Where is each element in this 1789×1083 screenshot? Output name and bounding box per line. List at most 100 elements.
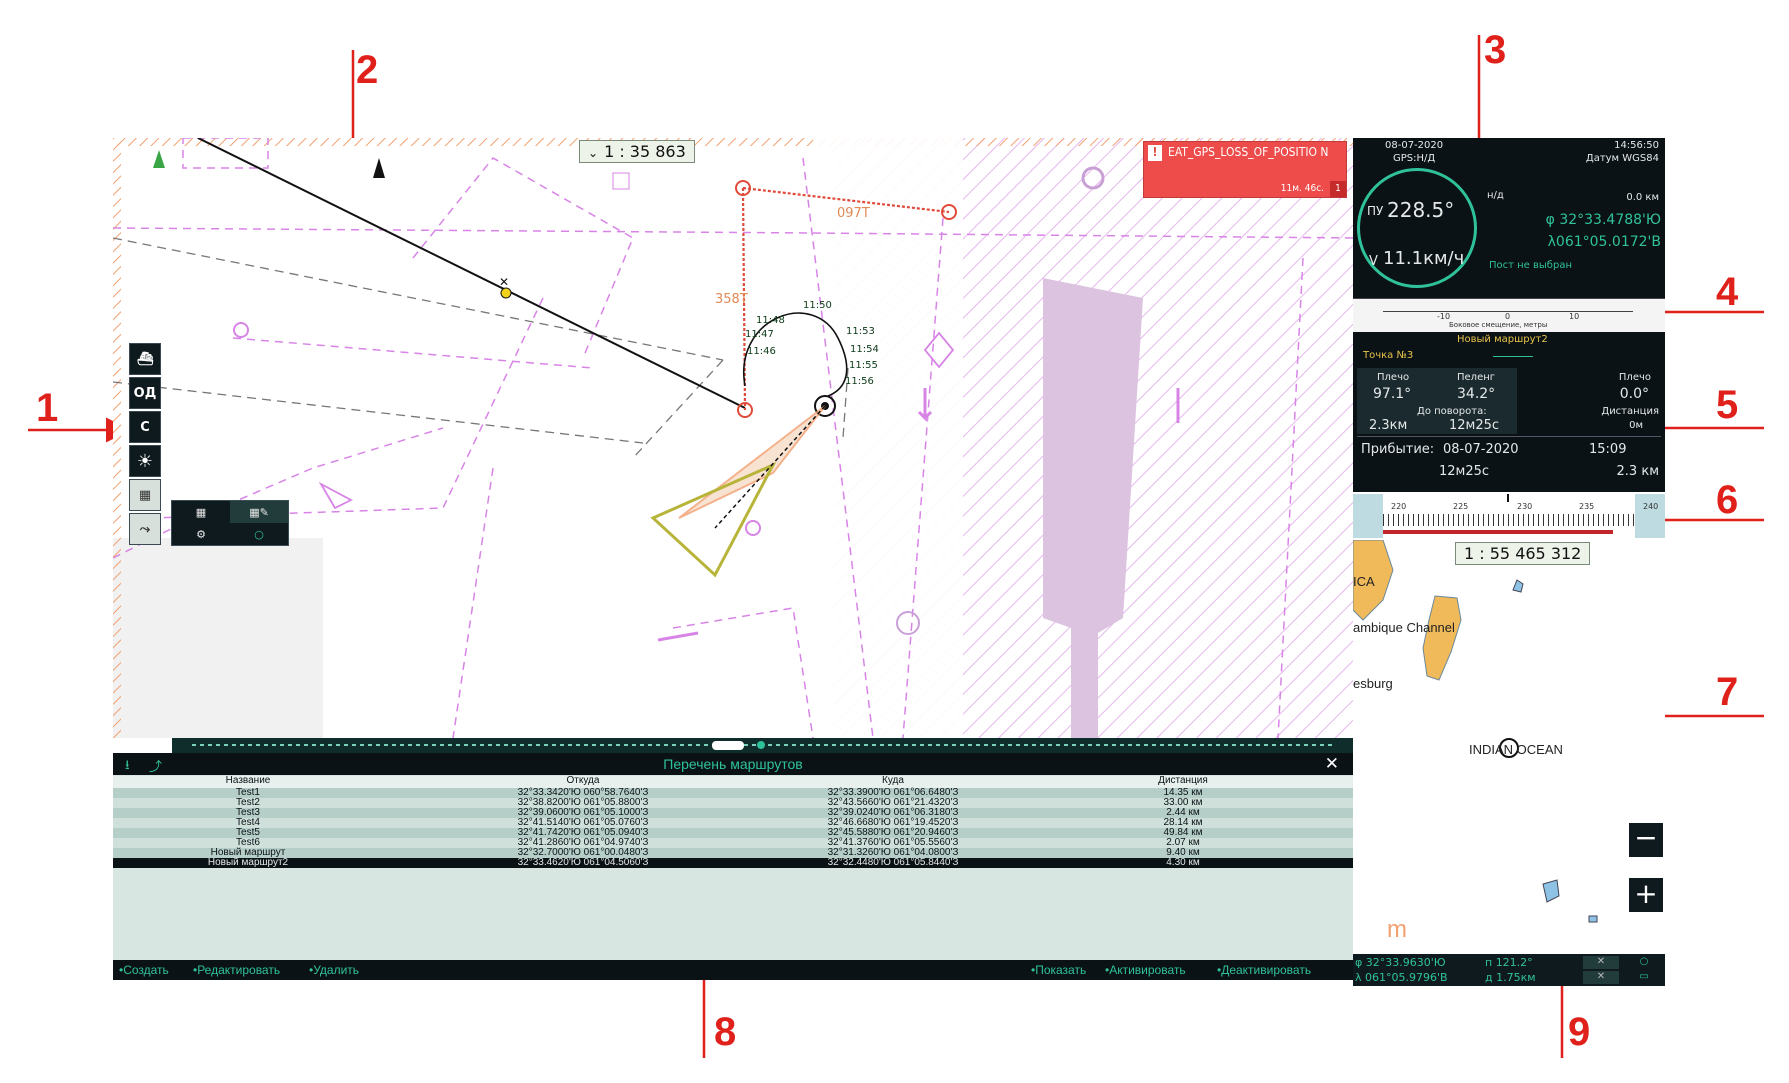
tape-label-235: 235 — [1579, 502, 1595, 511]
waypoint-yellow — [500, 287, 512, 299]
symbol-magenta-2 — [745, 520, 761, 536]
label-ica: ICA — [1353, 574, 1375, 589]
chart-canvas[interactable]: ✕ — [113, 138, 1353, 738]
plecho2-value: 0.0° — [1619, 386, 1649, 402]
buoy-green — [153, 150, 165, 168]
c-button[interactable]: С — [129, 411, 161, 443]
satellite-off-icon[interactable]: ✕ — [1583, 971, 1619, 984]
show-action[interactable]: •Показать — [1031, 960, 1086, 980]
cell-from: 32°33.4620'Ю 061°04.5060'З — [517, 857, 649, 868]
speed-label: V — [1369, 254, 1378, 269]
od-button[interactable]: ОД — [129, 377, 161, 409]
electronic-chart[interactable]: ✕ 11:48 11:47 11:46 11:50 11:53 11:54 11… — [113, 138, 1353, 738]
col-distance[interactable]: Дистанция — [1113, 776, 1253, 786]
activate-action[interactable]: •Активировать — [1105, 960, 1186, 980]
label-johannesburg: esburg — [1353, 676, 1393, 691]
timeline-marker[interactable] — [757, 741, 765, 749]
compass-tape[interactable]: 220 225 230 235 240 — [1353, 494, 1665, 538]
chart-scale[interactable]: ⌄ 1 : 35 863 — [579, 140, 695, 163]
route-list-header: ⭳ ⤴ Перечень маршрутов ✕ — [113, 753, 1353, 775]
edit-action[interactable]: •Редактировать — [193, 960, 280, 980]
gray-dashed-lines — [113, 237, 849, 459]
chart-scale-value: 1 : 35 863 — [604, 142, 686, 161]
deactivate-action[interactable]: •Деактивировать — [1217, 960, 1311, 980]
tape-label-225: 225 — [1453, 502, 1469, 511]
waypoint-selector[interactable] — [1493, 356, 1533, 357]
zoom-in-button[interactable]: + — [1629, 878, 1663, 912]
ship-view-button[interactable]: ⛴ — [129, 343, 161, 375]
timeline-handle[interactable] — [712, 741, 744, 750]
land-island-1 — [1512, 579, 1524, 593]
arrival-label: Прибытие: — [1361, 442, 1435, 457]
col-name[interactable]: Название — [153, 776, 343, 786]
settings-icon[interactable]: ⚙ — [172, 523, 230, 545]
route-actions-bar: •Создать •Редактировать •Удалить •Показа… — [113, 960, 1353, 980]
gps-status: GPS:Н/Д — [1393, 153, 1436, 164]
to-turn-label: До поворота: — [1417, 406, 1487, 417]
xtrack-caption: Боковое смещение, метры — [1449, 321, 1548, 329]
nav-date: 08-07-2020 — [1385, 140, 1444, 151]
circle-icon[interactable]: ○ — [1627, 956, 1661, 969]
battery-icon[interactable]: ▭ — [1627, 971, 1661, 984]
gray-shaded-area — [113, 538, 323, 738]
status-bar: φ 32°33.9630'Ю λ 061°05.9796'В п 121.2° … — [1353, 954, 1665, 986]
symbol-arrow-pink — [318, 481, 353, 510]
mini-toolbar: ▦ ▦✎ ⚙ ○ — [171, 500, 289, 546]
label-mozambique-channel: ambique Channel — [1353, 620, 1455, 635]
cell-to: 32°32.4480'Ю 061°05.8440'З — [827, 857, 959, 868]
course-label: ПУ — [1367, 204, 1384, 218]
day-night-button[interactable]: ☀ — [129, 445, 161, 477]
nav-dist: 0.0 км — [1626, 192, 1659, 203]
timeline-slider[interactable] — [172, 738, 1353, 753]
tape-label-220: 220 — [1391, 502, 1407, 511]
circle-icon[interactable]: ○ — [230, 523, 288, 545]
time-tick-1156: 11:56 — [845, 376, 874, 387]
arrival-date: 08-07-2020 — [1443, 442, 1519, 457]
alarm-time: 11м. 46с. — [1280, 183, 1324, 194]
map-icon[interactable]: ▦ — [172, 501, 230, 523]
xtrack-tick-0: 0 — [1505, 312, 1511, 321]
datum: Датум WGS84 — [1585, 153, 1659, 164]
waypoint-name: Точка №3 — [1363, 350, 1414, 361]
course-value: 228.5° — [1387, 198, 1455, 222]
cross-track-indicator: -10 0 10 Боковое смещение, метры — [1353, 298, 1665, 333]
time-tick-1150: 11:50 — [803, 300, 832, 311]
map-icon: ▦ — [138, 487, 152, 503]
tape-right-shade — [1635, 494, 1665, 538]
xtrack-tick-10: 10 — [1569, 312, 1580, 321]
nav-lat: φ 32°33.4788'Ю — [1545, 212, 1661, 228]
col-to[interactable]: Куда — [783, 776, 1003, 786]
map-edit-icon[interactable]: ▦✎ — [230, 501, 288, 523]
time-tick-1153: 11:53 — [846, 326, 875, 337]
satellite-icon[interactable]: ✕ — [1583, 956, 1619, 969]
time-tick-1154: 11:54 — [850, 344, 879, 355]
dist-label: Дистанция — [1601, 406, 1659, 417]
chart-layers-button[interactable]: ▦ — [129, 479, 161, 511]
overview-scale[interactable]: 1 : 55 465 312 — [1455, 542, 1591, 565]
time-tick-1147: 11:47 — [745, 329, 774, 340]
course-label-097: 097T — [837, 206, 870, 221]
zoom-out-button[interactable]: − — [1629, 823, 1663, 857]
symbol-i — [612, 172, 630, 190]
post-status: Пост не выбран — [1489, 260, 1572, 271]
speed-value: 11.1км/ч — [1383, 248, 1465, 269]
col-from[interactable]: Откуда — [473, 776, 693, 786]
route-tool-button[interactable]: ⤳ — [129, 513, 161, 545]
tape-red-bar — [1383, 530, 1613, 534]
create-action[interactable]: •Создать — [119, 960, 169, 980]
ship-icon: ⛴ — [136, 351, 154, 367]
dist-value: 0м — [1629, 420, 1643, 431]
cell-distance: 4.30 км — [1166, 857, 1200, 868]
close-button[interactable]: ✕ — [1325, 754, 1339, 774]
logo-m: m — [1387, 916, 1407, 943]
chevron-down-icon[interactable]: ⌄ — [588, 146, 598, 160]
overview-map[interactable]: 1 : 55 465 312 ICA ambique Channel esbur… — [1353, 540, 1665, 954]
alarm-banner[interactable]: ! EAT_GPS_LOSS_OF_POSITIO N 11м. 46с. 1 — [1143, 141, 1347, 198]
tape-ticks — [1383, 514, 1635, 526]
delete-action[interactable]: •Удалить — [309, 960, 359, 980]
course-speed-dial — [1357, 168, 1477, 288]
route-panel: Новый маршрут2 Точка №3 Плечо Пеленг 97.… — [1353, 332, 1665, 492]
table-row[interactable]: Новый маршрут2 32°33.4620'Ю 061°04.5060'З… — [113, 858, 1353, 868]
land-island-2 — [1542, 879, 1560, 903]
tape-label-230: 230 — [1517, 502, 1533, 511]
